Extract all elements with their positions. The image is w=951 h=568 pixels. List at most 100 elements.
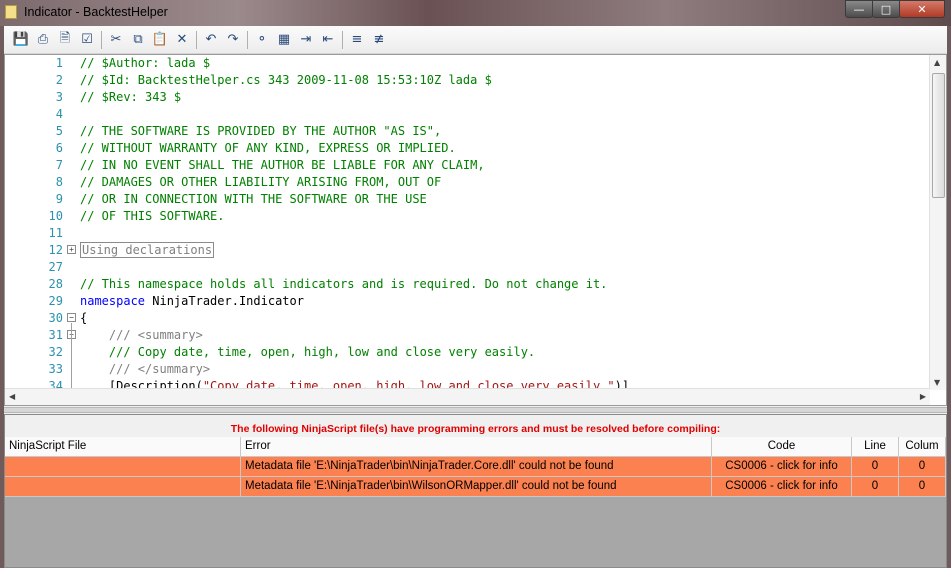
undo-icon[interactable]: ↶ [200,29,222,51]
close-button[interactable]: ✕ [899,0,945,18]
error-code-link[interactable]: CS0006 - click for info [712,457,852,477]
indent-icon[interactable]: ⇥ [295,29,317,51]
column-header-error[interactable]: Error [241,437,712,457]
line-number: 6 [55,141,63,155]
code-line[interactable]: 12 + Using declarations [5,242,930,259]
save-icon[interactable]: 💾 [10,29,32,51]
paste-icon[interactable]: 📋 [149,29,171,51]
line-number: 1 [55,56,63,70]
maximize-button[interactable]: □ [872,0,900,18]
scroll-down-icon[interactable]: ▼ [934,378,940,387]
editor-window: 💾 ⎙ 🗎 ☑ ✂ ⧉ 📋 ✕ ↶ ↷ ⚬ ▦ ⇥ ⇤ ≡ ≢ 1 // $Aut… [4,26,947,568]
error-code-link[interactable]: CS0006 - click for info [712,477,852,497]
code-text: // OF THIS SOFTWARE. [80,209,225,223]
title-bar[interactable]: Indicator - BacktestHelper — □ ✕ [0,0,951,26]
page-setup-icon[interactable]: ☑ [76,29,98,51]
close-icon: ✕ [917,2,927,16]
code-line[interactable]: 7 // IN NO EVENT SHALL THE AUTHOR BE LIAB… [5,157,930,174]
error-line-cell: 0 [852,477,899,497]
code-line[interactable]: 6 // WITHOUT WARRANTY OF ANY KIND, EXPRES… [5,140,930,157]
code-editor[interactable]: 1 // $Author: lada $ 2 // $Id: BacktestHelp… [4,54,947,406]
code-text: // OR IN CONNECTION WITH THE SOFTWARE OR… [80,192,427,206]
error-grid-header: NinjaScript File Error Code Line Colum [5,437,946,457]
print-icon[interactable]: ⎙ [32,29,54,51]
scroll-right-icon[interactable]: ▶ [920,392,926,401]
table-row[interactable]: Metadata file 'E:\NinjaTrader\bin\Wilson… [5,477,946,497]
vertical-scroll-thumb[interactable] [932,73,945,198]
code-line[interactable]: 10 // OF THIS SOFTWARE. [5,208,930,225]
line-number: 33 [48,362,63,376]
minimize-button[interactable]: — [845,0,873,18]
toolbar-separator [101,30,102,49]
code-line[interactable]: 2 // $Id: BacktestHelper.cs 343 2009-11-0… [5,72,930,89]
line-number: 28 [48,277,63,291]
code-line[interactable]: 3 // $Rev: 343 $ [5,89,930,106]
code-text: { [80,311,87,325]
table-row[interactable]: Metadata file 'E:\NinjaTrader\bin\NinjaT… [5,457,946,477]
code-token: /// <summary> [108,328,203,342]
fold-guide [71,323,72,390]
cut-icon[interactable]: ✂ [105,29,127,51]
code-line[interactable]: 33 /// </summary> [5,361,930,378]
error-column-cell: 0 [899,477,946,497]
column-header-column[interactable]: Colum [899,437,946,457]
error-banner: The following NinjaScript file(s) have p… [5,415,946,437]
code-line[interactable]: 32 /// Copy date, time, open, high, low … [5,344,930,361]
code-token: { [80,311,88,325]
code-line[interactable]: 30−{ [5,310,930,327]
code-text: // This namespace holds all indicators a… [80,277,607,291]
column-header-code[interactable]: Code [712,437,852,457]
redo-icon[interactable]: ↷ [222,29,244,51]
code-token: // $Id: BacktestHelper.cs 343 2009-11-08… [80,73,492,87]
column-header-file[interactable]: NinjaScript File [5,437,241,457]
collapse-icon[interactable]: − [67,313,76,322]
horizontal-scrollbar[interactable]: ◀ ▶ [5,388,930,405]
collapsed-region[interactable]: Using declarations [80,242,215,258]
expand-icon[interactable]: + [67,245,76,254]
code-line[interactable]: 1 // $Author: lada $ [5,55,930,72]
code-line[interactable]: 29 namespace NinjaTrader.Indicator [5,293,930,310]
print-preview-icon[interactable]: 🗎 [54,29,76,51]
panel-splitter[interactable] [4,407,947,413]
code-line[interactable]: 5 // THE SOFTWARE IS PROVIDED BY THE AUTH… [5,123,930,140]
code-token: // THE SOFTWARE IS PROVIDED BY THE AUTHO… [80,124,442,138]
code-line[interactable]: 4 [5,106,930,123]
window-title: Indicator - BacktestHelper [24,5,168,19]
code-token: // OF THIS SOFTWARE. [80,209,225,223]
code-line[interactable]: 28 // This namespace holds all indicators… [5,276,930,293]
toolbar: 💾 ⎙ 🗎 ☑ ✂ ⧉ 📋 ✕ ↶ ↷ ⚬ ▦ ⇥ ⇤ ≡ ≢ [4,26,947,54]
code-line[interactable]: 9 // OR IN CONNECTION WITH THE SOFTWARE O… [5,191,930,208]
vertical-scrollbar[interactable]: ▲ ▼ [929,55,946,390]
code-text: // IN NO EVENT SHALL THE AUTHOR BE LIABL… [80,158,485,172]
code-area[interactable]: 1 // $Author: lada $ 2 // $Id: BacktestHelp… [5,55,930,390]
code-line[interactable]: 27 [5,259,930,276]
error-column-cell: 0 [899,457,946,477]
code-line[interactable]: 8 // DAMAGES OR OTHER LIABILITY ARISING F… [5,174,930,191]
code-token: // $Author: lada $ [80,56,211,70]
code-token: // OR IN CONNECTION WITH THE SOFTWARE OR… [80,192,427,206]
code-token: /// </summary> [108,362,211,376]
document-icon [5,5,17,19]
uncomment-icon[interactable]: ≢ [368,29,390,51]
code-text: /// </summary> [80,362,210,376]
code-token: // IN NO EVENT SHALL THE AUTHOR BE LIABL… [80,158,485,172]
column-header-line[interactable]: Line [852,437,899,457]
scroll-left-icon[interactable]: ◀ [9,392,15,401]
code-line[interactable]: 11 [5,225,930,242]
comment-icon[interactable]: ≡ [346,29,368,51]
code-text: // THE SOFTWARE IS PROVIDED BY THE AUTHO… [80,124,441,138]
copy-icon[interactable]: ⧉ [127,29,149,51]
find-icon[interactable]: ⚬ [251,29,273,51]
code-token: // $Rev: 343 $ [80,90,182,104]
line-number: 4 [55,107,63,121]
find-replace-icon[interactable]: ▦ [273,29,295,51]
scroll-up-icon[interactable]: ▲ [934,58,940,67]
code-text: // $Id: BacktestHelper.cs 343 2009-11-08… [80,73,492,87]
code-line[interactable]: 31− /// <summary> [5,327,930,344]
error-panel: The following NinjaScript file(s) have p… [4,414,947,568]
outdent-icon[interactable]: ⇤ [317,29,339,51]
code-text: // $Rev: 343 $ [80,90,181,104]
code-token: // This namespace holds all indicators a… [80,277,608,291]
delete-icon[interactable]: ✕ [171,29,193,51]
